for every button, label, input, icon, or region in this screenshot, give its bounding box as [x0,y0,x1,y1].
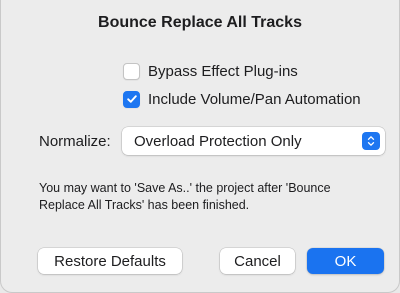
checkmark-icon [126,95,137,103]
chevron-up-down-icon [362,132,380,150]
normalize-label: Normalize: [39,133,111,150]
include-volume-pan-automation-label: Include Volume/Pan Automation [148,90,361,108]
restore-defaults-button[interactable]: Restore Defaults [38,248,182,274]
bypass-effect-plugins-label: Bypass Effect Plug-ins [148,62,298,80]
save-as-note: You may want to 'Save As..' the project … [39,181,331,212]
normalize-select[interactable]: Overload Protection Only [122,127,385,155]
bypass-effect-plugins-checkbox[interactable] [123,62,140,80]
include-volume-pan-automation-checkbox[interactable] [123,90,140,108]
bypass-effect-plugins-option[interactable]: Bypass Effect Plug-ins [123,60,298,82]
ok-button[interactable]: OK [307,248,384,274]
bounce-replace-dialog: Bounce Replace All Tracks Bypass Effect … [0,0,400,293]
include-volume-pan-automation-option[interactable]: Include Volume/Pan Automation [123,88,361,110]
normalize-selected-value: Overload Protection Only [134,132,302,150]
cancel-button[interactable]: Cancel [220,248,295,274]
dialog-title: Bounce Replace All Tracks [98,14,302,31]
